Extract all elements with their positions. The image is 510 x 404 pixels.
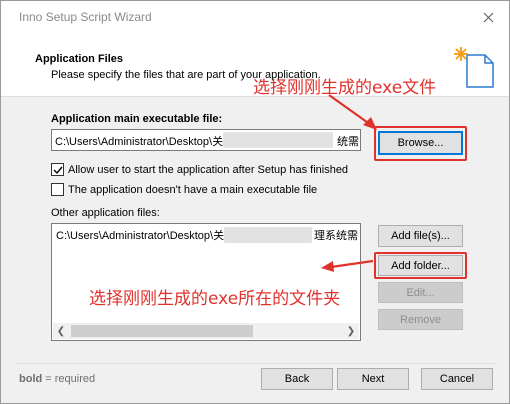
scroll-thumb[interactable] bbox=[71, 325, 253, 337]
list-item-path: C:\Users\Administrator\Desktop\关 bbox=[56, 230, 225, 242]
horizontal-scrollbar[interactable]: ❮ ❯ bbox=[53, 323, 359, 339]
wizard-document-icon bbox=[454, 47, 494, 88]
back-button[interactable]: Back bbox=[261, 368, 333, 390]
other-files-list[interactable]: C:\Users\Administrator\Desktop\关 理系统需 ❮ … bbox=[51, 223, 361, 341]
close-icon bbox=[483, 12, 493, 22]
title-bar: Inno Setup Script Wizard bbox=[1, 1, 509, 31]
main-exe-value: C:\Users\Administrator\Desktop\关 bbox=[55, 136, 224, 148]
other-files-label: Other application files: bbox=[51, 207, 160, 219]
scroll-left-icon[interactable]: ❮ bbox=[53, 323, 69, 339]
close-button[interactable] bbox=[475, 7, 501, 27]
edit-label: Edit... bbox=[406, 286, 435, 299]
remove-label: Remove bbox=[400, 313, 441, 326]
next-button[interactable]: Next bbox=[337, 368, 409, 390]
cancel-button[interactable]: Cancel bbox=[421, 368, 493, 390]
no-main-exe-checkbox[interactable]: The application doesn't have a main exec… bbox=[51, 183, 317, 196]
checkmark-icon bbox=[53, 166, 63, 174]
list-item[interactable]: C:\Users\Administrator\Desktop\关 bbox=[56, 227, 224, 243]
annotation-arrow-folder bbox=[321, 259, 374, 272]
window-title: Inno Setup Script Wizard bbox=[19, 10, 152, 24]
scroll-right-icon[interactable]: ❯ bbox=[343, 323, 359, 339]
footer-divider bbox=[15, 363, 495, 364]
wizard-window: Inno Setup Script Wizard Application Fil… bbox=[0, 0, 510, 404]
back-label: Back bbox=[284, 373, 310, 385]
redacted-region bbox=[224, 227, 312, 243]
allow-start-checkbox[interactable]: Allow user to start the application afte… bbox=[51, 163, 348, 176]
page-title: Application Files bbox=[35, 53, 124, 65]
annotation-text-folder: 选择刚刚生成的exe所在的文件夹 bbox=[89, 289, 341, 309]
next-label: Next bbox=[361, 373, 385, 385]
checkbox-checked bbox=[51, 163, 64, 176]
main-exe-value-tail: 统需 bbox=[337, 136, 359, 148]
allow-start-label: Allow user to start the application afte… bbox=[68, 163, 349, 176]
edit-button[interactable]: Edit... bbox=[378, 282, 463, 303]
required-legend-rest: = required bbox=[42, 373, 96, 385]
add-files-button[interactable]: Add file(s)... bbox=[378, 225, 463, 247]
main-exe-label: Application main executable file: bbox=[51, 113, 223, 125]
cancel-label: Cancel bbox=[439, 373, 475, 385]
annotation-arrow-browse bbox=[328, 94, 377, 130]
required-legend-bold: bold bbox=[19, 373, 43, 385]
required-legend: bold = required bbox=[19, 373, 95, 385]
checkbox-unchecked bbox=[51, 183, 64, 196]
redacted-region bbox=[223, 132, 333, 148]
list-item-tail: 理系统需 bbox=[314, 230, 358, 242]
no-main-exe-label: The application doesn't have a main exec… bbox=[68, 183, 318, 196]
remove-button[interactable]: Remove bbox=[378, 309, 463, 330]
add-files-label: Add file(s)... bbox=[391, 230, 450, 242]
annotation-highlight-browse bbox=[374, 126, 467, 161]
annotation-highlight-add-folder bbox=[374, 252, 467, 279]
